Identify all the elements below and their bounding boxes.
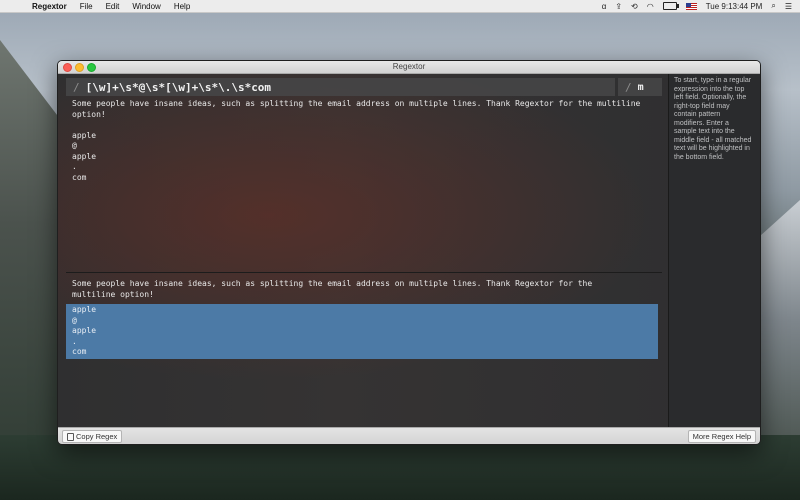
battery-icon[interactable]	[662, 2, 679, 10]
input-source-flag-icon[interactable]	[685, 2, 697, 10]
window-content: / [\w]+\s*@\s*[\w]+\s*\.\s*com / m Some …	[58, 74, 760, 427]
result-field[interactable]: Some people have insane ideas, such as s…	[66, 277, 662, 427]
modifiers-input[interactable]: / m	[618, 78, 662, 96]
menu-app-name[interactable]: Regextor	[32, 2, 67, 11]
alpha-icon[interactable]: α	[602, 2, 607, 11]
editor-pane: / [\w]+\s*@\s*[\w]+\s*\.\s*com / m Some …	[58, 74, 667, 427]
window-titlebar[interactable]: Regextor	[58, 61, 760, 74]
status-area: α ⇪ ⟲ ◠ Tue 9:13:44 PM ⌕ ☰	[602, 1, 792, 11]
copy-icon	[67, 432, 74, 441]
copy-regex-label: Copy Regex	[76, 432, 118, 441]
pane-divider[interactable]	[66, 272, 662, 273]
zoom-button[interactable]	[87, 63, 96, 72]
regex-input[interactable]: / [\w]+\s*@\s*[\w]+\s*\.\s*com	[66, 78, 615, 96]
copy-regex-button[interactable]: Copy Regex	[62, 430, 123, 443]
menu-window[interactable]: Window	[132, 2, 160, 11]
menu-edit[interactable]: Edit	[106, 2, 120, 11]
regextor-window: Regextor / [\w]+\s*@\s*[\w]+\s*\.\s*com …	[57, 60, 761, 445]
bottom-toolbar: Copy Regex More Regex Help	[58, 427, 760, 444]
regex-slash: /	[73, 80, 80, 94]
wifi-icon[interactable]: ◠	[647, 2, 654, 11]
sample-text-field[interactable]: Some people have insane ideas, such as s…	[66, 97, 668, 274]
more-regex-help-button[interactable]: More Regex Help	[687, 430, 756, 443]
menu-help[interactable]: Help	[174, 2, 190, 11]
spotlight-icon[interactable]: ⌕	[771, 1, 775, 11]
minimize-button[interactable]	[75, 63, 84, 72]
result-match-highlight: apple @ apple . com	[66, 304, 658, 359]
more-regex-help-label: More Regex Help	[692, 432, 751, 441]
close-button[interactable]	[63, 63, 72, 72]
help-sidebar: To start, type in a regular expression i…	[668, 74, 760, 427]
window-controls	[63, 63, 96, 72]
menu-file[interactable]: File	[80, 2, 93, 11]
help-text: To start, type in a regular expression i…	[674, 77, 752, 161]
result-unmatched-text: Some people have insane ideas, such as s…	[72, 279, 597, 299]
window-title: Regextor	[392, 62, 426, 71]
modifiers-slash: /	[625, 80, 632, 94]
notification-center-icon[interactable]: ☰	[785, 2, 792, 11]
time-machine-icon[interactable]: ⟲	[631, 2, 638, 11]
modifiers-value[interactable]: m	[638, 82, 644, 93]
menu-bar: Regextor File Edit Window Help α ⇪ ⟲ ◠ T…	[0, 0, 800, 13]
clock[interactable]: Tue 9:13:44 PM	[706, 2, 763, 11]
share-icon[interactable]: ⇪	[615, 2, 622, 11]
regex-pattern[interactable]: [\w]+\s*@\s*[\w]+\s*\.\s*com	[86, 81, 271, 94]
regex-row: / [\w]+\s*@\s*[\w]+\s*\.\s*com / m	[66, 78, 662, 96]
